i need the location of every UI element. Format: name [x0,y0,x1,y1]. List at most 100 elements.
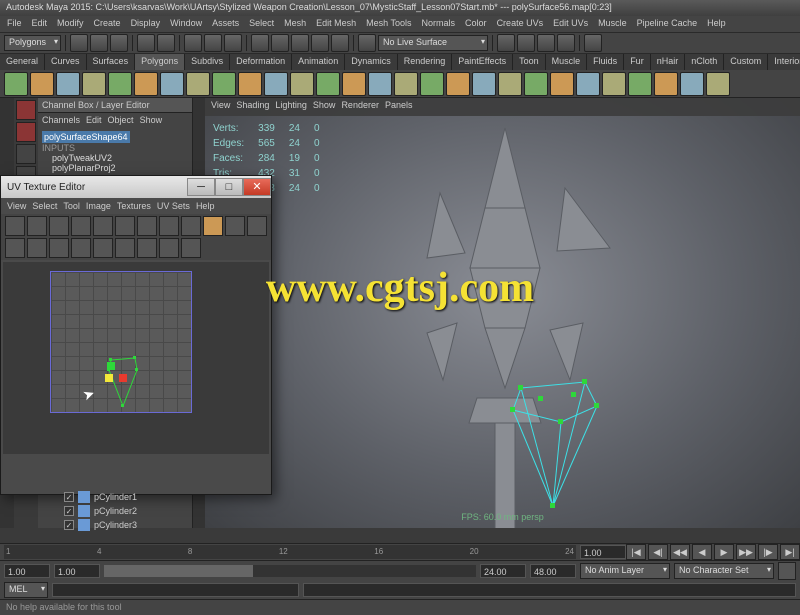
menu-create-uvs[interactable]: Create UVs [494,18,547,30]
menu-edit-uvs[interactable]: Edit UVs [550,18,591,30]
open-scene-icon[interactable] [90,34,108,52]
time-slider[interactable]: 1 4 8 12 16 20 24 1.00 |◀ ◀| ◀◀ ◀ ▶ ▶▶ |… [0,543,800,561]
uv-rotate-cw-icon[interactable] [93,216,113,236]
visibility-checkbox[interactable]: ✓ [64,520,74,530]
autokey-icon[interactable] [778,562,796,580]
menu-help[interactable]: Help [704,18,729,30]
shelf-cylinder-icon[interactable] [56,72,80,96]
menu-window[interactable]: Window [167,18,205,30]
shelf-tab-animation[interactable]: Animation [292,54,345,70]
live-surface-dropdown[interactable]: No Live Surface [378,35,488,51]
menu-select[interactable]: Select [246,18,277,30]
shelf-tab-subdivs[interactable]: Subdivs [185,54,230,70]
uv-flip-u-icon[interactable] [27,216,47,236]
manip-x-handle[interactable] [119,374,127,382]
shelf-boolean-icon[interactable] [446,72,470,96]
range-start-inner[interactable]: 1.00 [54,564,100,578]
move-tool-icon[interactable] [16,144,36,164]
paint-select-icon[interactable] [224,34,242,52]
snap-point-icon[interactable] [291,34,309,52]
uv-grid-view[interactable]: ➤ [3,262,269,454]
go-end-button[interactable]: ▶| [780,544,800,560]
manip-center-handle[interactable] [105,374,113,382]
shelf-combine-icon[interactable] [342,72,366,96]
vp-menu-shading[interactable]: Shading [236,100,269,114]
menu-edit[interactable]: Edit [29,18,51,30]
channel-tab-object[interactable]: Object [108,115,134,125]
select-icon[interactable] [184,34,202,52]
prev-key-button[interactable]: ◀◀ [670,544,690,560]
menu-create[interactable]: Create [91,18,124,30]
uv-menu-image[interactable]: Image [86,201,111,211]
shelf-tab-nhair[interactable]: nHair [651,54,686,70]
play-back-button[interactable]: ◀ [692,544,712,560]
shelf-type-icon[interactable] [316,72,340,96]
outliner-item[interactable]: ✓ pCylinder1 [64,490,214,504]
anim-layer-dropdown[interactable]: No Anim Layer [580,563,670,579]
shelf-collapse-icon[interactable] [576,72,600,96]
shelf-merge-icon[interactable] [550,72,574,96]
vp-menu-renderer[interactable]: Renderer [341,100,379,114]
uv-texture-editor-window[interactable]: UV Texture Editor ─ □ ✕ View Select Tool… [0,175,272,495]
uv-menu-view[interactable]: View [7,201,26,211]
shelf-torus-icon[interactable] [134,72,158,96]
channel-tab-show[interactable]: Show [140,115,163,125]
character-set-dropdown[interactable]: No Character Set [674,563,774,579]
new-scene-icon[interactable] [70,34,88,52]
uv-menu-uvsets[interactable]: UV Sets [157,201,190,211]
shelf-plane-icon[interactable] [108,72,132,96]
outliner-item[interactable]: ✓ pCylinder3 [64,518,214,532]
shelf-cube-icon[interactable] [30,72,54,96]
uv-menu-select[interactable]: Select [32,201,57,211]
menu-normals[interactable]: Normals [419,18,459,30]
step-back-button[interactable]: ◀| [648,544,668,560]
shelf-tab-dynamics[interactable]: Dynamics [345,54,398,70]
vp-menu-lighting[interactable]: Lighting [275,100,307,114]
shelf-tab-surfaces[interactable]: Surfaces [87,54,136,70]
shelf-insert-loop-icon[interactable] [628,72,652,96]
channel-tab-channels[interactable]: Channels [42,115,80,125]
uv-paste-icon[interactable] [159,238,179,258]
current-frame-field[interactable]: 1.00 [580,545,626,559]
uv-dim-icon[interactable] [5,238,25,258]
shelf-extrude-icon[interactable] [524,72,548,96]
range-end-outer[interactable]: 48.00 [530,564,576,578]
shelf-pipe-icon[interactable] [212,72,236,96]
uv-snapshot-icon[interactable] [5,216,25,236]
uv-options-icon[interactable] [181,238,201,258]
range-start-outer[interactable]: 1.00 [4,564,50,578]
uv-layout-icon[interactable] [181,216,201,236]
shelf-pyramid-icon[interactable] [186,72,210,96]
snap-grid-icon[interactable] [251,34,269,52]
go-start-button[interactable]: |◀ [626,544,646,560]
maximize-button[interactable]: □ [215,178,243,196]
shelf-soften-icon[interactable] [706,72,730,96]
shelf-tab-custom[interactable]: Custom [724,54,768,70]
redo-icon[interactable] [157,34,175,52]
shelf-tab-ncloth[interactable]: nCloth [685,54,724,70]
undo-icon[interactable] [137,34,155,52]
snap-live-icon[interactable] [331,34,349,52]
shelf-tab-painteffects[interactable]: PaintEffects [452,54,513,70]
shelf-separate-icon[interactable] [368,72,392,96]
uv-move-sew-icon[interactable] [159,216,179,236]
menu-display[interactable]: Display [128,18,164,30]
lasso-tool-icon[interactable] [16,122,36,142]
visibility-checkbox[interactable]: ✓ [64,506,74,516]
render-icon[interactable] [517,34,535,52]
uv-shade-icon[interactable] [27,238,47,258]
uv-flip-v-icon[interactable] [49,216,69,236]
next-key-button[interactable]: ▶▶ [736,544,756,560]
vp-menu-view[interactable]: View [211,100,230,114]
shelf-delete-edge-icon[interactable] [654,72,678,96]
outliner-item[interactable]: ✓ pCylinder2 [64,504,214,518]
channel-input-item[interactable]: polyTweakUV2 [52,153,188,163]
shelf-tab-toon[interactable]: Toon [513,54,546,70]
vp-menu-panels[interactable]: Panels [385,100,413,114]
uv-menu-textures[interactable]: Textures [117,201,151,211]
xray-icon[interactable] [584,34,602,52]
script-lang-dropdown[interactable]: MEL [4,582,48,598]
menu-color[interactable]: Color [462,18,490,30]
uv-rotate-ccw-icon[interactable] [71,216,91,236]
uv-wire-icon[interactable] [71,238,91,258]
